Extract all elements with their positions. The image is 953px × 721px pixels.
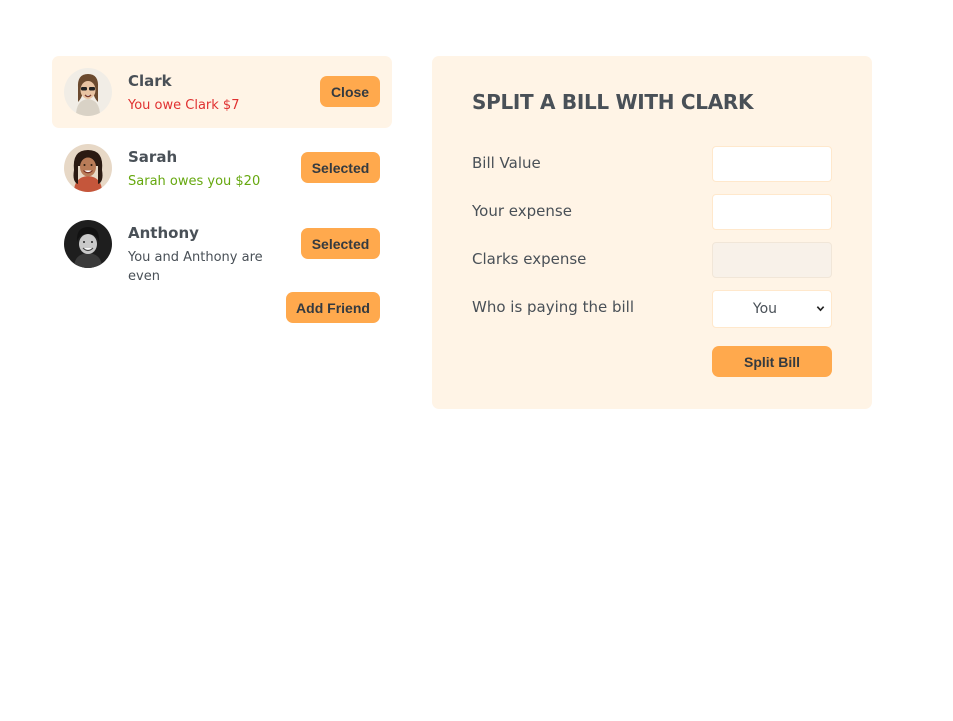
- friend-item-clark[interactable]: Clark You owe Clark $7 Close: [52, 56, 392, 128]
- friend-balance-status: Sarah owes you $20: [128, 174, 261, 189]
- split-bill-form: SPLIT A BILL WITH CLARK Bill Value Your …: [432, 56, 872, 409]
- add-friend-button[interactable]: Add Friend: [286, 292, 380, 323]
- your-expense-label: Your expense: [472, 202, 572, 220]
- friend-name: Clark: [128, 72, 172, 90]
- friend-item-sarah[interactable]: Sarah Sarah owes you $20 Selected: [52, 132, 392, 204]
- friend-expense-label: Clarks expense: [472, 250, 587, 268]
- avatar: [64, 68, 112, 116]
- avatar: [64, 144, 112, 192]
- your-expense-row: Your expense: [472, 194, 832, 230]
- split-bill-button[interactable]: Split Bill: [712, 346, 832, 377]
- select-friend-button[interactable]: Selected: [301, 152, 380, 183]
- add-friend-area: Add Friend: [52, 292, 392, 352]
- friend-balance-status: You and Anthony are even: [128, 250, 263, 284]
- bill-value-row: Bill Value: [472, 146, 832, 182]
- who-pays-row: Who is paying the bill You: [472, 290, 832, 328]
- bill-value-label: Bill Value: [472, 154, 541, 172]
- who-pays-selected-value: You: [752, 301, 778, 317]
- close-button[interactable]: Close: [320, 76, 380, 107]
- friends-list: Clark You owe Clark $7 Close Sarah Sarah…: [52, 56, 392, 288]
- who-pays-label: Who is paying the bill: [472, 298, 634, 316]
- form-title: SPLIT A BILL WITH CLARK: [472, 90, 754, 114]
- friends-sidebar: Clark You owe Clark $7 Close Sarah Sarah…: [52, 56, 392, 352]
- friend-balance-status: You owe Clark $7: [128, 98, 240, 113]
- chevron-down-icon: [816, 306, 825, 312]
- friend-item-anthony[interactable]: Anthony You and Anthony are even Selecte…: [52, 208, 392, 288]
- bill-value-input[interactable]: [712, 146, 832, 182]
- friend-expense-input: [712, 242, 832, 278]
- avatar: [64, 220, 112, 268]
- who-pays-select[interactable]: You: [712, 290, 832, 328]
- avatar-sarah-image: [64, 144, 112, 192]
- your-expense-input[interactable]: [712, 194, 832, 230]
- avatar-anthony-image: [64, 220, 112, 268]
- avatar-clark-image: [64, 68, 112, 116]
- select-friend-button[interactable]: Selected: [301, 228, 380, 259]
- friend-name: Anthony: [128, 224, 199, 242]
- app: Clark You owe Clark $7 Close Sarah Sarah…: [0, 0, 953, 721]
- friend-name: Sarah: [128, 148, 178, 166]
- friend-expense-row: Clarks expense: [472, 242, 832, 278]
